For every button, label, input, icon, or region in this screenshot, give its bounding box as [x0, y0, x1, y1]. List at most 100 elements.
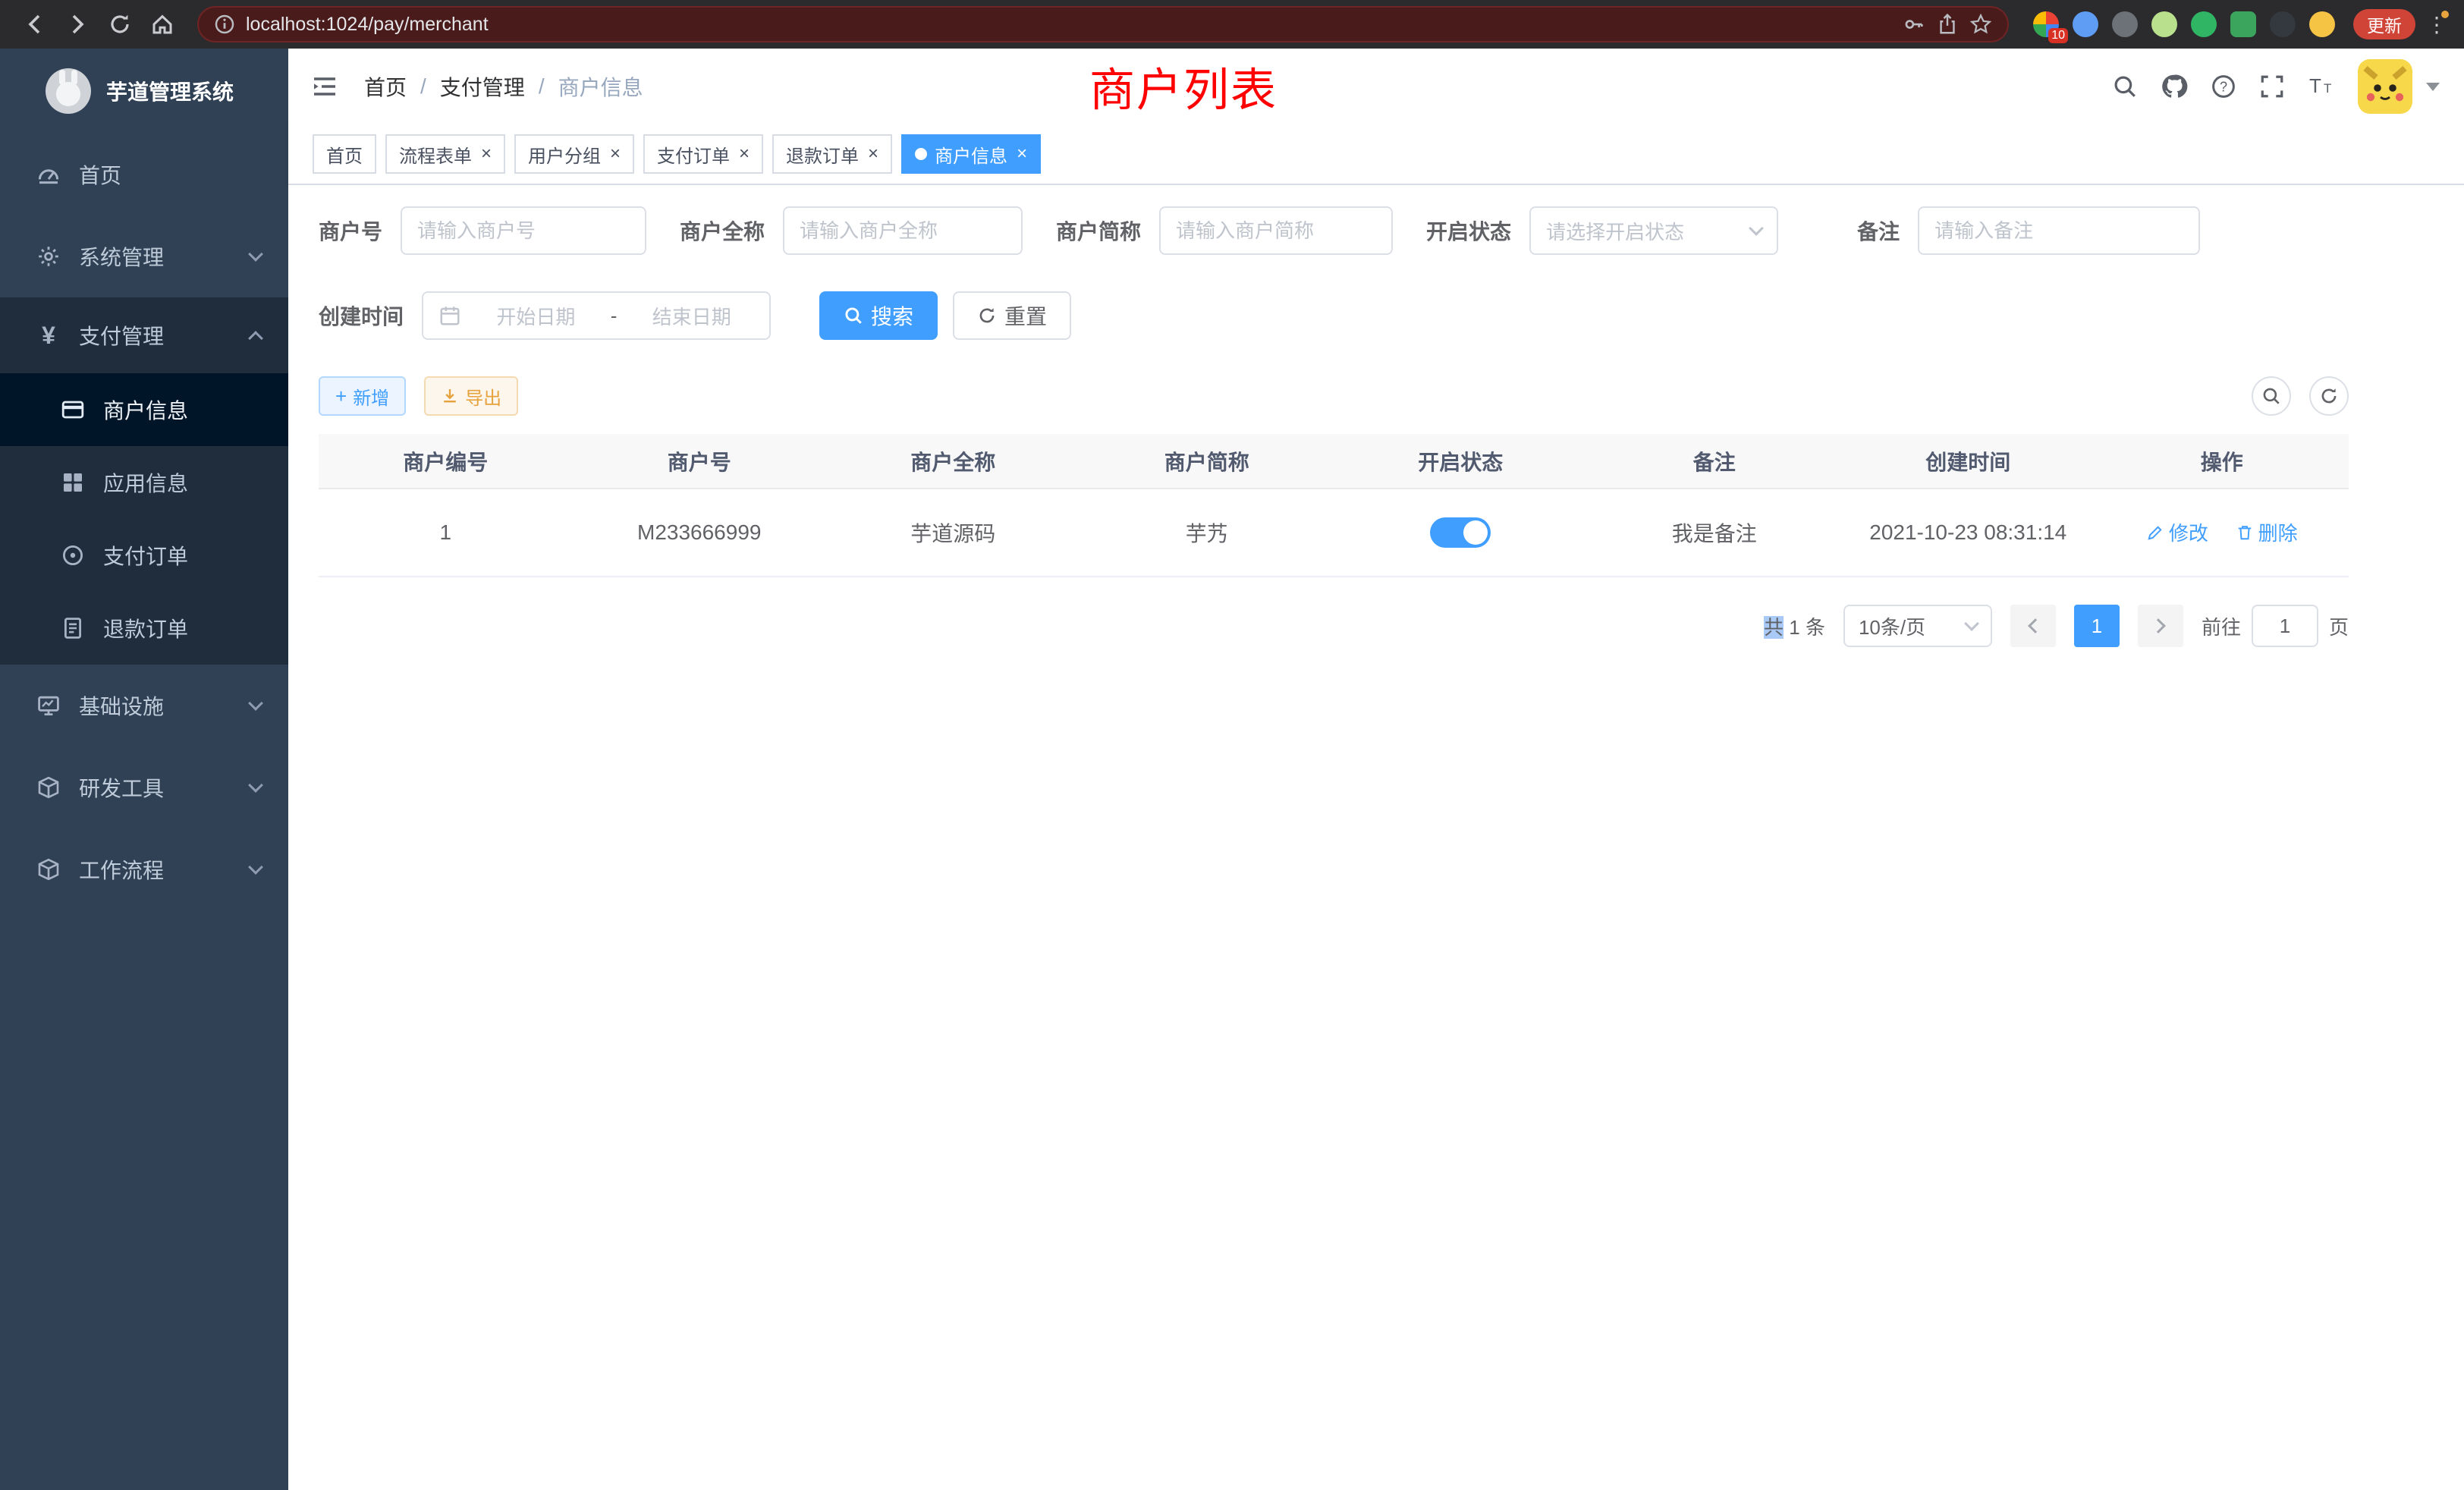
sidebar-item-app-info[interactable]: 应用信息 [0, 446, 288, 519]
sidebar-item-system[interactable]: 系统管理 [0, 215, 288, 297]
sidebar-item-home[interactable]: 首页 [0, 134, 288, 215]
close-icon[interactable]: × [610, 145, 621, 163]
download-icon [441, 387, 459, 405]
extension-icon[interactable] [2112, 11, 2138, 37]
close-icon[interactable]: × [481, 145, 492, 163]
search-button[interactable]: 搜索 [819, 291, 938, 340]
date-range-picker[interactable]: 开始日期 - 结束日期 [422, 291, 771, 340]
export-button[interactable]: 导出 [424, 376, 518, 416]
filter-create-time: 创建时间 开始日期 - 结束日期 [319, 291, 771, 340]
cell-merchant-id: 1 [319, 489, 573, 577]
filter-merchant-name: 商户全称 [680, 206, 1023, 255]
sidebar-item-dev-tools[interactable]: 研发工具 [0, 747, 288, 828]
url-text[interactable]: localhost:1024/pay/merchant [246, 14, 1892, 36]
url-bar[interactable]: localhost:1024/pay/merchant [197, 6, 2009, 42]
share-icon[interactable] [1936, 13, 1959, 36]
sidebar-item-label: 研发工具 [79, 772, 164, 803]
cell-actions: 修改 删除 [2095, 489, 2349, 577]
home-icon[interactable] [143, 5, 182, 44]
sidebar-item-merchant-info[interactable]: 商户信息 [0, 373, 288, 446]
font-size-icon[interactable]: TT [2308, 73, 2335, 100]
github-icon[interactable] [2161, 73, 2188, 100]
help-icon[interactable]: ? [2211, 74, 2236, 99]
sidebar-item-infrastructure[interactable]: 基础设施 [0, 665, 288, 747]
tab-refund-orders[interactable]: 退款订单 × [772, 134, 892, 174]
forward-icon[interactable] [58, 5, 97, 44]
breadcrumb-home[interactable]: 首页 [364, 71, 407, 102]
filter-row-2: 创建时间 开始日期 - 结束日期 搜索 重置 [319, 291, 2349, 340]
page-annotation: 商户列表 [1089, 54, 1278, 120]
bank-card-icon [55, 398, 91, 422]
tab-merchant-info[interactable]: 商户信息 × [901, 134, 1041, 174]
next-page-button[interactable] [2138, 605, 2183, 647]
sidebar-toggle-icon[interactable] [310, 71, 340, 102]
page-1-button[interactable]: 1 [2074, 605, 2120, 647]
breadcrumb-separator: / [420, 74, 426, 99]
sidebar-item-refund-orders[interactable]: 退款订单 [0, 592, 288, 665]
right-toolbar [2252, 376, 2349, 416]
close-icon[interactable]: × [868, 145, 878, 163]
short-name-input[interactable] [1159, 206, 1393, 255]
sidebar-item-payment[interactable]: ¥ 支付管理 [0, 297, 288, 373]
extension-icon[interactable] [2309, 11, 2335, 37]
tab-user-group[interactable]: 用户分组 × [514, 134, 634, 174]
trash-icon [2236, 523, 2254, 542]
delete-link[interactable]: 删除 [2236, 518, 2298, 546]
remark-input[interactable] [1918, 206, 2200, 255]
prev-page-button[interactable] [2010, 605, 2056, 647]
document-icon [55, 616, 91, 640]
dashboard-icon [30, 162, 67, 187]
app-title: 芋道管理系统 [106, 76, 234, 106]
merchant-name-input[interactable] [783, 206, 1023, 255]
extension-icon[interactable] [2073, 11, 2098, 37]
browser-update-button[interactable]: 更新 [2353, 9, 2415, 39]
browser-menu-icon[interactable]: ⋮ [2425, 12, 2449, 37]
page-size-select[interactable]: 10条/页 [1843, 605, 1992, 647]
edit-link[interactable]: 修改 [2146, 518, 2208, 546]
sidebar-item-pay-orders[interactable]: 支付订单 [0, 519, 288, 592]
goto-page-input[interactable] [2252, 605, 2318, 647]
tab-process-form[interactable]: 流程表单 × [385, 134, 505, 174]
search-button-label: 搜索 [871, 300, 913, 331]
refresh-table-button[interactable] [2309, 376, 2349, 416]
user-avatar[interactable] [2358, 59, 2412, 114]
sidebar-item-label: 商户信息 [103, 395, 188, 425]
close-icon[interactable]: × [1017, 145, 1027, 163]
back-icon[interactable] [15, 5, 55, 44]
toggle-search-button[interactable] [2252, 376, 2291, 416]
table-header-row: 商户编号 商户号 商户全称 商户简称 开启状态 备注 创建时间 操作 [319, 434, 2349, 489]
search-icon[interactable] [2112, 74, 2138, 99]
bookmark-star-icon[interactable] [1969, 13, 1992, 36]
close-icon[interactable]: × [739, 145, 750, 163]
status-select[interactable]: 请选择开启状态 [1529, 206, 1778, 255]
tab-label: 支付订单 [657, 141, 730, 168]
tab-home[interactable]: 首页 [313, 134, 376, 174]
extension-icon[interactable] [2151, 11, 2177, 37]
breadcrumb-payment[interactable]: 支付管理 [440, 71, 525, 102]
tab-pay-orders[interactable]: 支付订单 × [643, 134, 763, 174]
tab-label: 首页 [326, 141, 363, 168]
svg-text:?: ? [2220, 79, 2227, 94]
reset-button[interactable]: 重置 [953, 291, 1071, 340]
start-date-placeholder: 开始日期 [473, 302, 599, 330]
merchant-no-input[interactable] [401, 206, 646, 255]
extension-icon[interactable]: 10 [2033, 11, 2059, 37]
extension-icon[interactable] [2230, 11, 2256, 37]
app-logo[interactable]: 芋道管理系统 [0, 49, 288, 134]
sidebar-item-label: 应用信息 [103, 467, 188, 498]
sidebar: 芋道管理系统 首页 系统管理 ¥ 支付管理 [0, 49, 288, 1490]
page-size-value: 10条/页 [1859, 612, 1925, 640]
pencil-icon [2146, 523, 2164, 542]
extension-icon[interactable] [2270, 11, 2296, 37]
total-unit: 条 [1806, 616, 1825, 639]
fullscreen-icon[interactable] [2259, 74, 2285, 99]
password-key-icon[interactable] [1903, 13, 1925, 36]
sidebar-item-workflow[interactable]: 工作流程 [0, 828, 288, 910]
status-toggle[interactable] [1430, 517, 1491, 548]
add-button[interactable]: + 新增 [319, 376, 406, 416]
avatar-caret-icon[interactable] [2426, 83, 2440, 91]
site-info-icon[interactable] [214, 14, 235, 35]
end-date-placeholder: 结束日期 [629, 302, 754, 330]
refresh-icon[interactable] [100, 5, 140, 44]
extension-icon[interactable] [2191, 11, 2217, 37]
